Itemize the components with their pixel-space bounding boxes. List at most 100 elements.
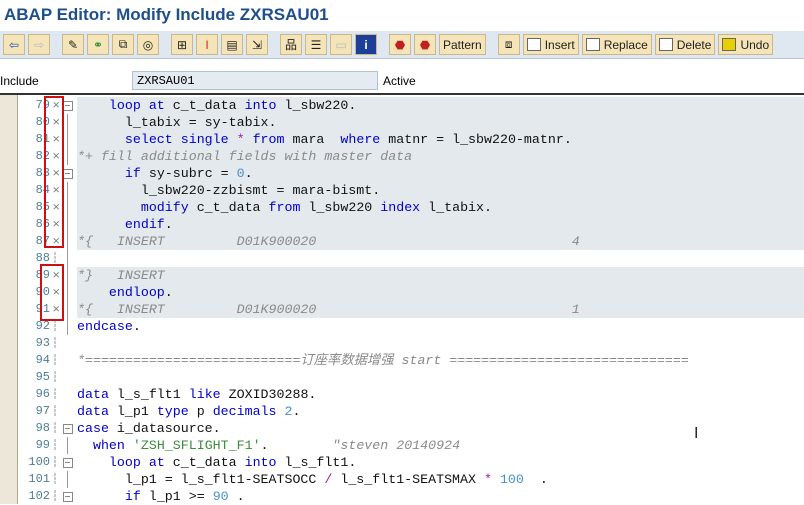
code-text[interactable]: endif. — [77, 216, 804, 233]
code-line[interactable]: 86 ⨯ endif. — [18, 216, 804, 233]
code-token: loop at — [108, 455, 173, 470]
code-token: *===========================订座率数据增强 star… — [77, 353, 689, 368]
code-token: . — [132, 319, 141, 334]
code-text[interactable]: data l_p1 type p decimals 2. — [77, 403, 804, 420]
back-icon[interactable]: ⇦ — [3, 34, 25, 55]
code-line[interactable]: 96 ┆ data l_s_flt1 like ZOXID30288. — [18, 386, 804, 403]
code-line[interactable]: 98 ┆ case i_datasource. — [18, 420, 804, 437]
pattern-button[interactable]: Pattern — [439, 34, 486, 55]
code-text[interactable]: endcase. — [77, 318, 804, 335]
object-list-icon[interactable]: 品 — [280, 34, 302, 55]
code-text[interactable]: l_sbw220-zzbismt = mara-bismt. — [77, 182, 804, 199]
info-icon[interactable]: ǀ — [196, 34, 218, 55]
line-number: 102 — [28, 489, 50, 503]
gutter-separator: ┆ — [52, 491, 59, 502]
code-text[interactable]: select single * from mara where matnr = … — [77, 131, 804, 148]
code-line[interactable]: 94 ┆ *===========================订座率数据增强 s… — [18, 352, 804, 369]
code-token: from — [252, 132, 293, 147]
code-line[interactable]: 81 ⨯ select single * from mara where matn… — [18, 131, 804, 148]
code-line[interactable]: 99 ┆ when 'ZSH_SFLIGHT_F1'. "steven 20140… — [18, 437, 804, 454]
blank-icon[interactable]: ▭ — [330, 34, 352, 55]
navigate-icon[interactable]: ⇲ — [246, 34, 268, 55]
code-line[interactable]: 100 ┆ loop at c_t_data into l_s_flt1. — [18, 454, 804, 471]
gutter-separator: ┆ — [52, 389, 59, 400]
code-line[interactable]: 82 ⨯ *+ fill additional fields with master… — [18, 148, 804, 165]
breakpoint-icon[interactable]: ⬣ — [389, 34, 411, 55]
code-text[interactable]: endloop. — [77, 284, 804, 301]
gutter-separator: ┆ — [52, 338, 59, 349]
layout-icon[interactable]: ☰ — [305, 34, 327, 55]
code-text[interactable]: loop at c_t_data into l_s_flt1. — [77, 454, 804, 471]
other-object-icon[interactable]: ⧉ — [112, 34, 134, 55]
code-line[interactable]: 92 ┆ endcase. — [18, 318, 804, 335]
code-line[interactable]: 97 ┆ data l_p1 type p decimals 2. — [18, 403, 804, 420]
code-token: "steven 20140924 — [332, 438, 461, 453]
code-text[interactable]: data l_s_flt1 like ZOXID30288. — [77, 386, 804, 403]
where-used-icon[interactable]: ◎ — [137, 34, 159, 55]
code-line[interactable]: 95 ┆ — [18, 369, 804, 386]
code-token: l_sbw220 — [308, 200, 381, 215]
code-line[interactable]: 91 ⨯ *{ INSERT D01K900020 1 — [18, 301, 804, 318]
code-line[interactable]: 79 ⨯ loop at c_t_data into l_sbw220. — [18, 97, 804, 114]
session-breakpoint-icon[interactable]: ⬣ — [414, 34, 436, 55]
fold-toggle-icon[interactable] — [62, 454, 74, 471]
code-text[interactable]: *===========================订座率数据增强 star… — [77, 352, 804, 369]
replace-button[interactable]: Replace — [581, 34, 652, 55]
toggle-icon[interactable]: ⚭ — [87, 34, 109, 55]
fold-line — [62, 369, 74, 386]
code-text[interactable]: *} INSERT — [77, 267, 804, 284]
code-text[interactable]: modify c_t_data from l_sbw220 index l_ta… — [77, 199, 804, 216]
code-token: c_t_data — [196, 200, 269, 215]
code-token: 100 — [499, 472, 524, 487]
include-name-field[interactable]: ZXRSAU01 — [132, 71, 378, 90]
code-text[interactable]: *{ INSERT D01K900020 4 — [77, 233, 804, 250]
undo-button[interactable]: Undo — [718, 34, 774, 55]
fold-toggle-icon[interactable] — [62, 488, 74, 505]
code-line[interactable]: 93 ┆ — [18, 335, 804, 352]
code-line[interactable]: 85 ⨯ modify c_t_data from l_sbw220 index … — [18, 199, 804, 216]
code-text[interactable] — [77, 335, 804, 352]
code-line[interactable]: 84 ⨯ l_sbw220-zzbismt = mara-bismt. — [18, 182, 804, 199]
code-text[interactable] — [77, 250, 804, 267]
code-editor[interactable]: 79 ⨯ loop at c_t_data into l_sbw220. 80 ⨯ l… — [0, 93, 804, 504]
fold-toggle-icon[interactable] — [62, 420, 74, 437]
line-number: 101 — [28, 472, 50, 486]
block-icon[interactable]: ⧈ — [497, 34, 520, 55]
code-line[interactable]: 88 ┆ — [18, 250, 804, 267]
code-text[interactable]: *+ fill additional fields with master da… — [77, 148, 804, 165]
edit-icon[interactable]: ✎ — [62, 34, 84, 55]
line-number: 93 — [35, 336, 50, 350]
code-line[interactable]: 80 ⨯ l_tabix = sy-tabix. — [18, 114, 804, 131]
display-list-icon[interactable]: ▤ — [221, 34, 243, 55]
undo-label: Undo — [740, 37, 770, 52]
code-text[interactable]: l_p1 = l_s_flt1-SEATSOCC / l_s_flt1-SEAT… — [77, 471, 804, 488]
help-info-icon[interactable]: i — [355, 34, 377, 55]
code-text[interactable]: l_tabix = sy-tabix. — [77, 114, 804, 131]
code-token: type — [156, 404, 197, 419]
forward-icon[interactable]: ⇨ — [28, 34, 50, 55]
code-line[interactable]: 102 ┆ if l_p1 >= 90 . — [18, 488, 804, 505]
code-token: *{ INSERT D01K900020 4 — [77, 234, 580, 249]
code-line[interactable]: 89 ⨯ *} INSERT — [18, 267, 804, 284]
code-line[interactable]: 83 ⨯ if sy-subrc = 0. — [18, 165, 804, 182]
code-token: . — [523, 472, 548, 487]
fold-line — [62, 471, 74, 488]
code-line[interactable]: 87 ⨯ *{ INSERT D01K900020 4 — [18, 233, 804, 250]
hierarchy-icon[interactable]: ⊞ — [171, 34, 193, 55]
replace-icon — [585, 38, 600, 51]
code-text[interactable] — [77, 369, 804, 386]
delete-button[interactable]: Delete — [654, 34, 716, 55]
insert-button[interactable]: Insert — [522, 34, 579, 55]
code-text[interactable]: loop at c_t_data into l_sbw220. — [77, 97, 804, 114]
code-text[interactable]: *{ INSERT D01K900020 1 — [77, 301, 804, 318]
code-token: data — [77, 387, 117, 402]
line-number: 95 — [35, 370, 50, 384]
code-line[interactable]: 101 ┆ l_p1 = l_s_flt1-SEATSOCC / l_s_flt1… — [18, 471, 804, 488]
code-text[interactable]: if l_p1 >= 90 . — [77, 488, 804, 505]
code-token: endloop — [108, 285, 165, 300]
code-line[interactable]: 90 ⨯ endloop. — [18, 284, 804, 301]
line-number: 99 — [35, 438, 50, 452]
code-text[interactable]: if sy-subrc = 0. — [77, 165, 804, 182]
